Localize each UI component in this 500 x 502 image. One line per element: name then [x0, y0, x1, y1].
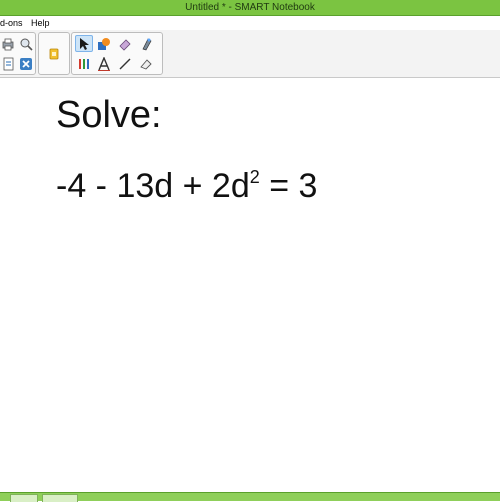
taskbar-button[interactable] [10, 494, 38, 502]
window-titlebar[interactable]: Untitled * - SMART Notebook [0, 0, 500, 16]
menu-bar: d-ons Help [0, 16, 500, 30]
notebook-page-canvas[interactable]: Solve: -4 - 13d + 2d2 = 3 [0, 78, 500, 493]
print-icon[interactable] [0, 35, 17, 52]
toolbar-group-page [0, 32, 36, 75]
text-icon[interactable] [95, 55, 113, 72]
menu-addons[interactable]: d-ons [0, 16, 23, 30]
shapes-icon[interactable] [95, 35, 113, 52]
pens-icon[interactable] [75, 55, 93, 72]
window-title: Untitled * - SMART Notebook [185, 2, 315, 13]
add-ons-icon[interactable] [45, 45, 63, 62]
toolbar-group-addons [38, 32, 70, 75]
equation-text: -4 - 13d + 2d2 = 3 [56, 166, 317, 206]
creative-eraser-icon[interactable] [137, 55, 155, 72]
equation-part-1: -4 - 13d + 2d [56, 167, 250, 205]
screen-shade-icon[interactable] [17, 35, 35, 52]
toolbar-group-tools [71, 32, 163, 75]
eraser-icon[interactable] [116, 35, 134, 52]
equation-exponent: 2 [249, 167, 260, 187]
equation-part-2: = 3 [259, 167, 318, 205]
page-title: Solve: [56, 94, 162, 136]
taskbar-button[interactable] [42, 494, 78, 502]
delete-icon[interactable] [17, 55, 35, 72]
document-icon[interactable] [0, 55, 17, 72]
magic-pen-icon[interactable] [137, 35, 155, 52]
select-arrow-icon[interactable] [75, 35, 93, 52]
menu-help[interactable]: Help [31, 16, 50, 30]
line-icon[interactable] [116, 55, 134, 72]
toolbar [0, 30, 500, 78]
